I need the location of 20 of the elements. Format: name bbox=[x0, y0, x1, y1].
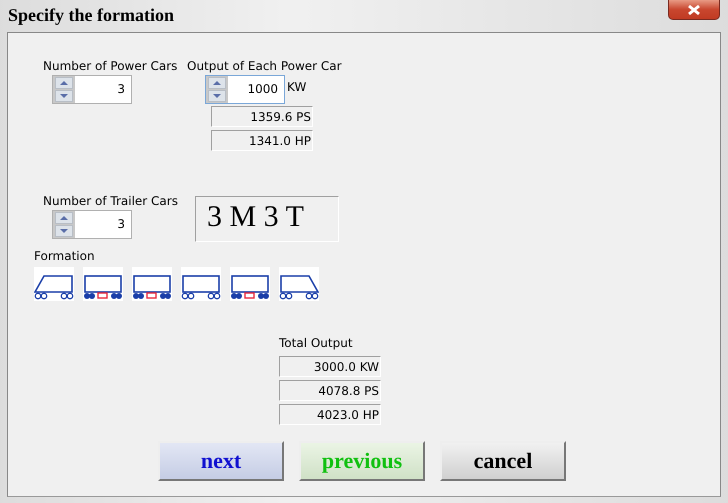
trailer-cars-spinner[interactable]: 3 bbox=[52, 210, 132, 239]
next-button[interactable]: next bbox=[158, 441, 284, 481]
formation-code: 3 M 3 T bbox=[195, 196, 339, 242]
total-output-label: Total Output bbox=[279, 336, 354, 350]
unit-label: KW bbox=[287, 80, 306, 94]
field-label: Number of Trailer Cars bbox=[43, 194, 179, 208]
field-label: Number of Power Cars bbox=[43, 59, 178, 73]
formation-label: Formation bbox=[34, 249, 96, 263]
readout-field: 4078.8 PS bbox=[279, 380, 381, 401]
readout-field: 1359.6 PS bbox=[211, 106, 313, 127]
window-title: Specify the formation bbox=[8, 5, 174, 26]
close-button[interactable] bbox=[668, 0, 720, 20]
readout-field: 1341.0 HP bbox=[211, 130, 313, 151]
output-spinner[interactable]: 1000 bbox=[205, 75, 285, 104]
close-icon bbox=[686, 4, 702, 16]
readout-field: 3000.0 KW bbox=[279, 356, 381, 377]
cancel-button[interactable]: cancel bbox=[440, 441, 566, 481]
field-label: Output of Each Power Car bbox=[187, 59, 342, 73]
readout-field: 4023.0 HP bbox=[279, 404, 381, 425]
power-cars-spinner[interactable]: 3 bbox=[52, 75, 132, 104]
